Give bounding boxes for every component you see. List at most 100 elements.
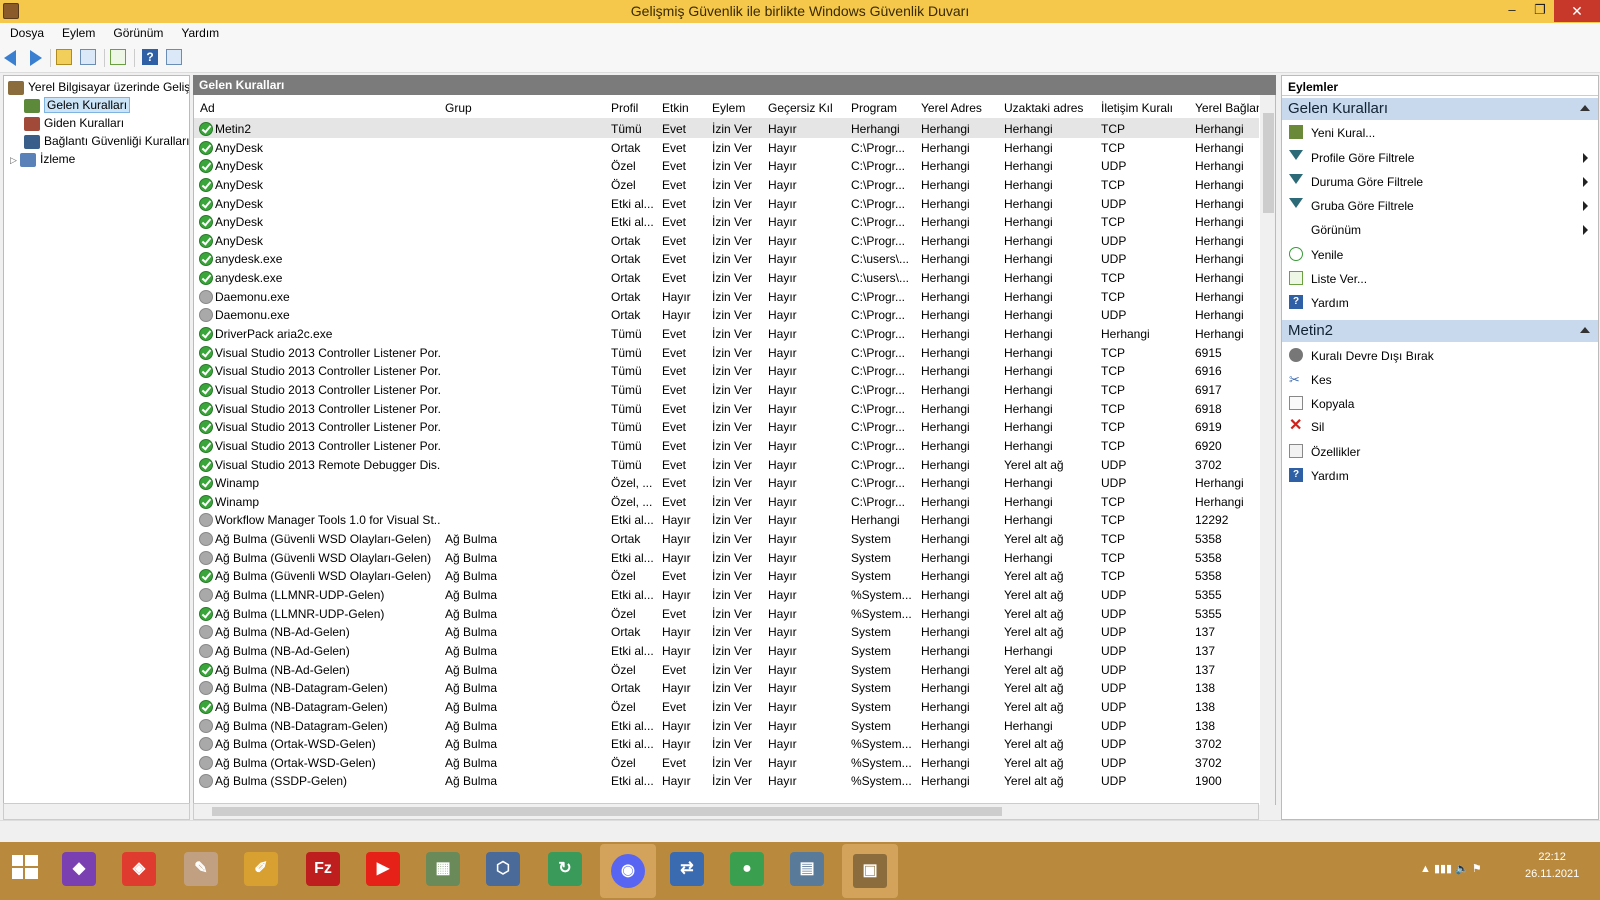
column-header-action[interactable]: Eylem [712, 101, 745, 115]
table-row[interactable]: Metin2 Tümü Evet İzin Ver Hayır Herhangi Herha… [194, 119, 1259, 138]
visual-studio-icon[interactable]: ◆ [62, 852, 96, 886]
table-row[interactable]: AnyDesk Ortak Evet İzin Ver Hayır C:\Progr...… [194, 231, 1259, 250]
up-folder-icon[interactable] [56, 49, 74, 67]
table-row[interactable]: Ağ Bulma (Ortak-WSD-Gelen) Ağ Bulma Etki a… [194, 734, 1259, 753]
table-row[interactable]: Ağ Bulma (NB-Datagram-Gelen) Ağ Bulma Orta… [194, 678, 1259, 697]
collapse-caret-icon[interactable] [1580, 105, 1590, 111]
table-row[interactable]: anydesk.exe Ortak Evet İzin Ver Hayır C:\user… [194, 268, 1259, 287]
tree-horizontal-scrollbar[interactable] [3, 803, 190, 820]
table-row[interactable]: Visual Studio 2013 Controller Listener P… [194, 399, 1259, 418]
table-row[interactable]: Ağ Bulma (Güvenli WSD Olayları-Gelen) Ağ … [194, 529, 1259, 548]
table-row[interactable]: Ağ Bulma (LLMNR-UDP-Gelen) Ağ Bulma Etki a… [194, 585, 1259, 604]
action-copy[interactable]: Kopyala [1282, 394, 1598, 414]
action-delete[interactable]: ✕ Sil [1282, 417, 1598, 437]
table-row[interactable]: DriverPack aria2c.exe Tümü Evet İzin Ver Hay… [194, 324, 1259, 343]
filezilla-icon[interactable]: Fz [306, 852, 340, 886]
tree-item-monitoring[interactable]: ▷ İzleme [10, 150, 75, 168]
collapse-caret-icon[interactable] [1580, 327, 1590, 333]
table-row[interactable]: Ağ Bulma (SSDP-Gelen) Ağ Bulma Etki al... H… [194, 771, 1259, 790]
action-filter-profile[interactable]: Profile Göre Filtrele [1282, 148, 1598, 168]
table-row[interactable]: AnyDesk Özel Evet İzin Ver Hayır C:\Progr... H… [194, 156, 1259, 175]
column-header-group[interactable]: Grup [445, 101, 472, 115]
network-tool-icon[interactable]: ▦ [426, 852, 460, 886]
forward-arrow-icon[interactable] [26, 49, 44, 67]
table-row[interactable]: Visual Studio 2013 Controller Listener P… [194, 436, 1259, 455]
menu-eylem[interactable]: Eylem [52, 23, 103, 40]
expand-arrow-icon[interactable]: ▷ [10, 151, 20, 169]
help-icon[interactable]: ? [142, 49, 160, 67]
table-row[interactable]: Visual Studio 2013 Controller Listener P… [194, 343, 1259, 362]
chrome-icon[interactable]: ● [730, 852, 764, 886]
column-header-protocol[interactable]: İletişim Kuralı [1101, 101, 1173, 115]
refresh-app-icon[interactable]: ↻ [548, 852, 582, 886]
export-list-icon[interactable] [110, 49, 128, 67]
minimize-button[interactable]: – [1498, 0, 1526, 22]
table-row[interactable]: Winamp Özel, ... Evet İzin Ver Hayır C:\Progr… [194, 492, 1259, 511]
firewall-taskbar-icon[interactable]: ▣ [842, 844, 898, 898]
table-row[interactable]: Ağ Bulma (Ortak-WSD-Gelen) Ağ Bulma Özel Ev… [194, 753, 1259, 772]
tree-item-outbound[interactable]: Giden Kuralları [24, 114, 124, 132]
tree-item-inbound[interactable]: Gelen Kuralları [24, 96, 131, 114]
table-row[interactable]: AnyDesk Özel Evet İzin Ver Hayır C:\Progr... H… [194, 175, 1259, 194]
action-new-rule[interactable]: Yeni Kural... [1282, 123, 1598, 143]
table-row[interactable]: Daemonu.exe Ortak Hayır İzin Ver Hayır C:\Pro… [194, 287, 1259, 306]
action-filter-group[interactable]: Gruba Göre Filtrele [1282, 196, 1598, 216]
table-row[interactable]: Visual Studio 2013 Controller Listener P… [194, 380, 1259, 399]
action-view[interactable]: Görünüm [1282, 220, 1598, 240]
scrollbar-thumb[interactable] [1263, 113, 1274, 213]
table-row[interactable]: anydesk.exe Ortak Evet İzin Ver Hayır C:\user… [194, 249, 1259, 268]
back-arrow-icon[interactable] [4, 49, 22, 67]
discord-icon[interactable]: ◉ [600, 844, 656, 898]
control-panel-icon[interactable]: ▤ [790, 852, 824, 886]
start-windows-icon[interactable] [8, 852, 42, 886]
menu-gorunum[interactable]: Görünüm [103, 23, 171, 40]
action-refresh[interactable]: Yenile [1282, 245, 1598, 265]
column-header-profile[interactable]: Profil [611, 101, 638, 115]
menu-yardim[interactable]: Yardım [171, 23, 227, 40]
table-row[interactable]: AnyDesk Ortak Evet İzin Ver Hayır C:\Progr...… [194, 138, 1259, 157]
list-vertical-scrollbar[interactable] [1260, 95, 1275, 805]
tree-item-connection-security[interactable]: Bağlantı Güvenliği Kuralları [24, 132, 189, 150]
table-row[interactable]: Ağ Bulma (LLMNR-UDP-Gelen) Ağ Bulma Özel Ev… [194, 604, 1259, 623]
table-row[interactable]: Ağ Bulma (NB-Ad-Gelen) Ağ Bulma Ortak Hayır… [194, 622, 1259, 641]
action-help-2[interactable]: ? Yardım [1282, 466, 1598, 486]
tree-root[interactable]: Yerel Bilgisayar üzerinde Gelişmiş [8, 78, 189, 96]
paint-tool-icon[interactable]: ✎ [184, 852, 218, 886]
table-row[interactable]: Visual Studio 2013 Controller Listener P… [194, 417, 1259, 436]
scrollbar-thumb[interactable] [212, 807, 1002, 816]
table-row[interactable]: AnyDesk Etki al... Evet İzin Ver Hayır C:\Pro… [194, 194, 1259, 213]
section-metin2[interactable]: Metin2 [1282, 320, 1598, 342]
action-filter-state[interactable]: Duruma Göre Filtrele [1282, 172, 1598, 192]
table-row[interactable]: Ağ Bulma (Güvenli WSD Olayları-Gelen) Ağ … [194, 566, 1259, 585]
table-row[interactable]: Workflow Manager Tools 1.0 for Visual St… [194, 510, 1259, 529]
action-help[interactable]: ? Yardım [1282, 293, 1598, 313]
action-disable-rule[interactable]: Kuralı Devre Dışı Bırak [1282, 346, 1598, 366]
column-header-local-port[interactable]: Yerel Bağlan [1195, 101, 1259, 115]
system-tray[interactable]: ▲ ▮▮▮ 🔈 ⚑ [1420, 862, 1482, 875]
action-pane-icon[interactable] [166, 49, 184, 67]
table-row[interactable]: AnyDesk Etki al... Evet İzin Ver Hayır C:\Pro… [194, 212, 1259, 231]
clock[interactable]: 22:12 26.11.2021 [1525, 849, 1579, 883]
cube-app-icon[interactable]: ⬡ [486, 852, 520, 886]
show-hide-tree-icon[interactable] [80, 49, 98, 67]
table-row[interactable]: Ağ Bulma (NB-Datagram-Gelen) Ağ Bulma Etki… [194, 716, 1259, 735]
restore-button[interactable]: ❐ [1526, 0, 1554, 22]
section-inbound-rules[interactable]: Gelen Kuralları [1282, 98, 1598, 120]
table-row[interactable]: Ağ Bulma (NB-Ad-Gelen) Ağ Bulma Etki al...… [194, 641, 1259, 660]
menu-dosya[interactable]: Dosya [0, 23, 52, 40]
column-header-enabled[interactable]: Etkin [662, 101, 689, 115]
table-row[interactable]: Winamp Özel, ... Evet İzin Ver Hayır C:\Progr… [194, 473, 1259, 492]
anydesk-icon[interactable]: ◈ [122, 852, 156, 886]
table-row[interactable]: Ağ Bulma (NB-Datagram-Gelen) Ağ Bulma Özel… [194, 697, 1259, 716]
close-button[interactable]: ✕ [1554, 0, 1600, 22]
youtube-icon[interactable]: ▶ [366, 852, 400, 886]
table-row[interactable]: Visual Studio 2013 Remote Debugger Dis..… [194, 455, 1259, 474]
list-horizontal-scrollbar[interactable] [193, 803, 1259, 820]
table-row[interactable]: Ağ Bulma (Güvenli WSD Olayları-Gelen) Ağ … [194, 548, 1259, 567]
column-header-program[interactable]: Program [851, 101, 897, 115]
table-row[interactable]: Daemonu.exe Ortak Hayır İzin Ver Hayır C:\Pro… [194, 305, 1259, 324]
action-cut[interactable]: ✂ Kes [1282, 370, 1598, 390]
column-header-remote-address[interactable]: Uzaktaki adres [1004, 101, 1083, 115]
table-row[interactable]: Visual Studio 2013 Controller Listener P… [194, 361, 1259, 380]
column-header-local-address[interactable]: Yerel Adres [921, 101, 982, 115]
